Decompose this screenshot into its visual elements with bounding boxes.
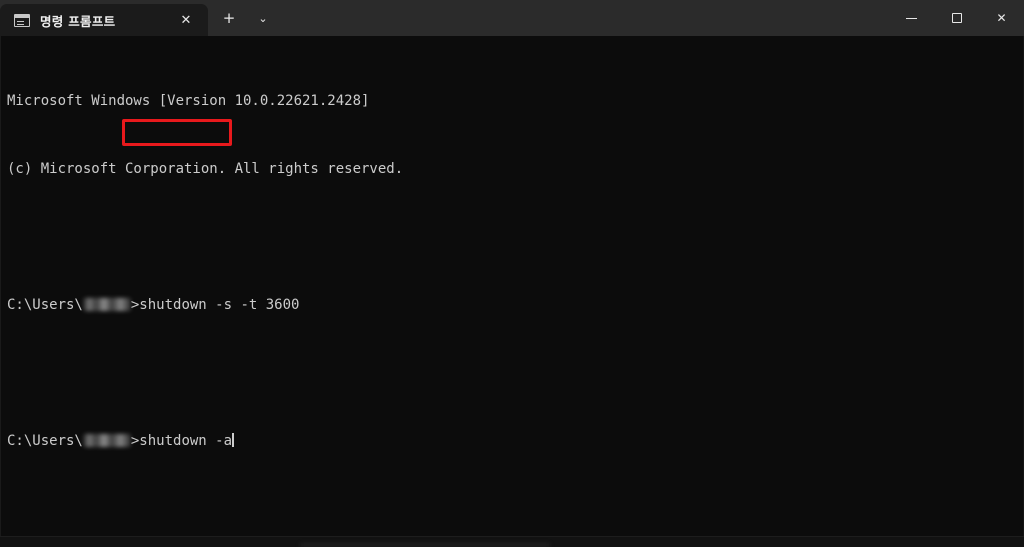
prompt-path-1: C:\Users\: [7, 297, 83, 313]
prompt-2: C:\Users\ >shutdown -a: [7, 433, 234, 450]
maximize-icon: [951, 13, 962, 23]
close-button[interactable]: ✕: [979, 0, 1024, 36]
tab-close-icon[interactable]: ✕: [172, 7, 200, 33]
minimize-icon: [906, 17, 917, 19]
maximize-button[interactable]: [934, 0, 979, 36]
tab-title: 명령 프롬프트: [40, 13, 116, 29]
prompt-path-2: C:\Users\: [7, 433, 83, 449]
console-icon: [14, 13, 30, 27]
desktop-bottom-strip: [0, 536, 1024, 547]
redacted-username-1: [82, 298, 131, 311]
redacted-username-2: [82, 434, 131, 447]
tab-actions: + ⌄: [208, 0, 280, 36]
tab-strip: 명령 프롬프트 ✕: [0, 0, 208, 36]
command-line-1: C:\Users\ >shutdown -s -t 3600: [7, 297, 1023, 314]
command-prompt-window: 명령 프롬프트 ✕ + ⌄ ✕ Microsoft Windows [Versi…: [0, 0, 1024, 547]
prompt-1: C:\Users\ >shutdown -s -t 3600: [7, 297, 299, 314]
console-output: Microsoft Windows [Version 10.0.22621.24…: [7, 42, 1023, 501]
text-cursor: [232, 433, 234, 447]
terminal-surface[interactable]: Microsoft Windows [Version 10.0.22621.24…: [0, 36, 1024, 547]
chevron-down-icon[interactable]: ⌄: [246, 4, 280, 32]
tab-command-prompt[interactable]: 명령 프롬프트 ✕: [0, 4, 208, 36]
command-line-2: C:\Users\ >shutdown -a: [7, 433, 1023, 450]
command-text-2: shutdown -a: [139, 433, 233, 449]
banner-line-2: (c) Microsoft Corporation. All rights re…: [7, 161, 404, 177]
command-text-1: shutdown -s -t 3600: [139, 297, 300, 313]
titlebar-drag-region[interactable]: [280, 0, 889, 36]
banner-line-1: Microsoft Windows [Version 10.0.22621.24…: [7, 93, 370, 109]
close-icon: ✕: [996, 11, 1007, 25]
window-controls: ✕: [889, 0, 1024, 36]
blank-line-1: [7, 229, 1023, 246]
titlebar: 명령 프롬프트 ✕ + ⌄ ✕: [0, 0, 1024, 36]
new-tab-icon[interactable]: +: [212, 4, 246, 32]
blank-line-2: [7, 365, 1023, 382]
minimize-button[interactable]: [889, 0, 934, 36]
